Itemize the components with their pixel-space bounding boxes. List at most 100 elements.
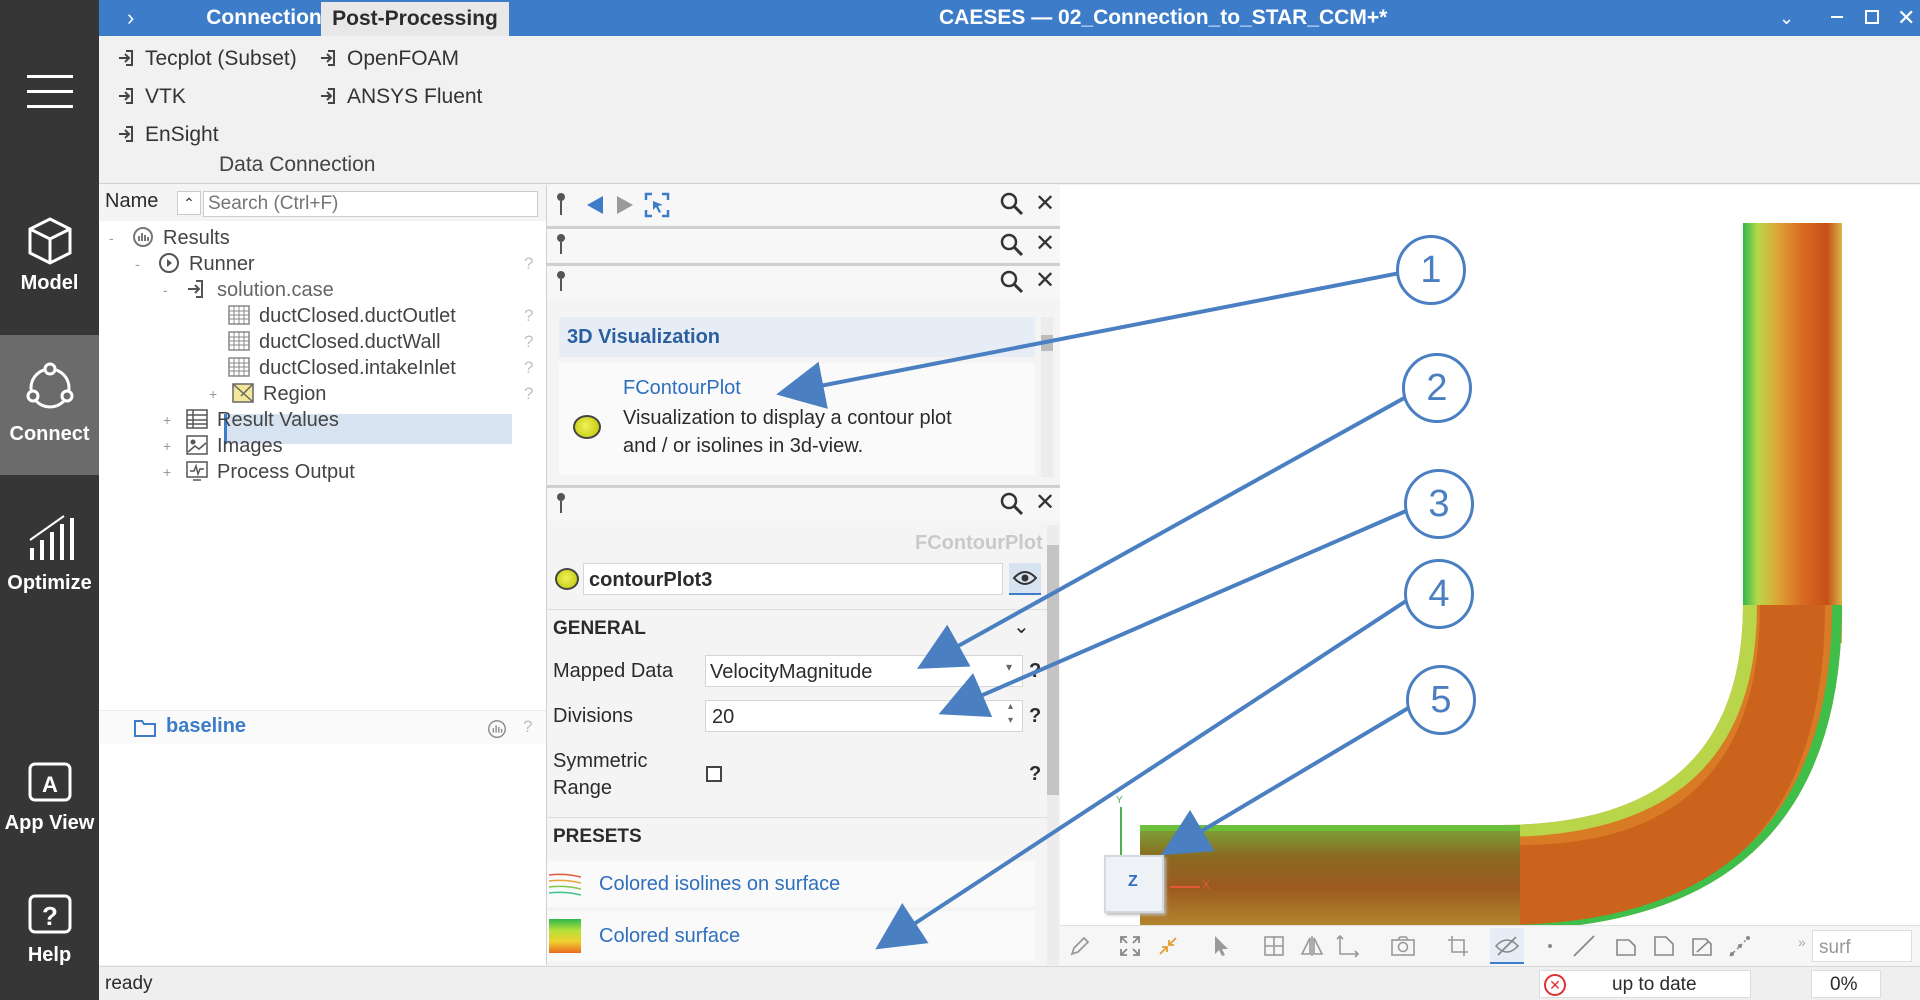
tree-label: Results [163, 227, 230, 249]
symmetric-range-label-line-1: Symmetric [553, 750, 648, 772]
nav-connect[interactable]: Connect [0, 335, 99, 475]
tree-header: Name ⌃ [99, 185, 546, 221]
collapse-icon[interactable]: - [163, 275, 168, 305]
point-icon[interactable] [1548, 944, 1552, 948]
select-focus-icon[interactable] [643, 191, 671, 219]
ribbon: Tecplot (Subset) OpenFOAM VTK ANSYS Flue… [99, 36, 1920, 184]
nav-help[interactable]: ? Help [0, 872, 99, 1000]
help-mark[interactable]: ? [524, 249, 533, 279]
status-bar: ready ✕ up to date 0% [99, 966, 1920, 1000]
folder-icon [134, 720, 156, 737]
forward-arrow-icon[interactable] [615, 194, 635, 216]
nav-optimize-label: Optimize [7, 572, 92, 594]
window-title: CAESES — 02_Connection_to_STAR_CCM+* [939, 6, 1388, 29]
tree-label: Images [217, 435, 283, 457]
ribbon-group-label: Data Connection [219, 153, 376, 176]
select-cursor-icon[interactable] [1210, 934, 1232, 958]
collapse-icon[interactable]: - [135, 249, 140, 279]
title-bar: › Connection Post-Processing CAESES — 02… [99, 0, 1920, 36]
cube-icon [28, 217, 72, 265]
crop-icon[interactable] [1446, 934, 1470, 958]
divisions-value: 20 [712, 706, 735, 728]
tree-label: ductClosed.ductOutlet [259, 305, 456, 327]
maximize-icon[interactable] [1865, 10, 1879, 24]
project-name: baseline [166, 715, 247, 737]
tree-row-process-output[interactable]: + Process Output [163, 457, 355, 487]
connect-icon [26, 362, 74, 409]
fit-selection-icon[interactable] [1156, 934, 1180, 958]
image-icon [186, 435, 208, 455]
tree-label: solution.case [217, 279, 334, 301]
hide-toggle-button[interactable] [1490, 928, 1524, 964]
pin-icon[interactable] [557, 193, 565, 217]
callout-number: 5 [1430, 679, 1452, 721]
chart-bars-icon [29, 515, 74, 560]
nav-app-view[interactable]: A App View [0, 740, 99, 880]
presets-section-title: PRESETS [553, 826, 642, 847]
project-row[interactable]: baseline ? [99, 710, 546, 744]
callout-number: 2 [1426, 367, 1448, 409]
callout-5: 5 [1406, 665, 1476, 735]
preset-colored-surface-label: Colored surface [599, 925, 741, 947]
symmetric-range-checkbox[interactable] [706, 766, 722, 782]
import-icon [321, 88, 335, 104]
fcontourplot-link[interactable]: FContourPlot [623, 377, 741, 400]
grid-mesh-icon [228, 305, 250, 325]
chevron-down-icon[interactable]: ⌄ [1779, 0, 1794, 36]
symmetric-range-label-line-2: Range [553, 777, 612, 799]
tree-search-input[interactable] [203, 191, 538, 217]
import-fluent-button[interactable]: ANSYS Fluent [319, 82, 482, 112]
callout-2: 2 [1402, 353, 1472, 423]
double-chevron-icon[interactable]: » [1798, 934, 1806, 950]
sort-chevron-up-icon[interactable]: ⌃ [177, 191, 201, 215]
curve-points-icon[interactable] [1728, 934, 1752, 958]
nav-optimize[interactable]: Optimize [0, 500, 99, 640]
tree-label: Process Output [217, 461, 355, 483]
collapse-icon[interactable]: - [109, 223, 114, 253]
filter-input[interactable]: surf [1812, 930, 1912, 962]
help-icon: ? [28, 894, 72, 934]
nav-model-label: Model [20, 272, 79, 294]
help-mark[interactable]: ? [523, 717, 532, 737]
import-ensight-button[interactable]: EnSight [117, 120, 219, 150]
3d-viewport[interactable]: Y Z X 1 2 3 4 5 » surf [776, 185, 1920, 965]
play-circle-icon [159, 253, 179, 273]
surface-edit-icon[interactable] [1690, 934, 1714, 958]
help-mark[interactable]: ? [524, 379, 533, 409]
import-tecplot-button[interactable]: Tecplot (Subset) [117, 44, 297, 74]
import-icon [119, 126, 133, 142]
mirror-icon[interactable] [1300, 934, 1324, 958]
pin-icon[interactable] [557, 493, 565, 513]
fit-all-icon[interactable] [1118, 934, 1142, 958]
pencil-icon[interactable] [1068, 934, 1092, 958]
mapped-data-label: Mapped Data [553, 660, 674, 682]
tree-label: ductClosed.intakeInlet [259, 357, 456, 379]
back-arrow-icon[interactable] [585, 194, 605, 216]
object-name-value: contourPlot3 [589, 569, 713, 591]
import-vtk-button[interactable]: VTK [117, 82, 186, 112]
table-icon [186, 409, 208, 429]
nav-model[interactable]: Model [0, 200, 99, 340]
pin-icon[interactable] [557, 271, 565, 291]
patch-icon[interactable] [1652, 934, 1676, 958]
line-icon[interactable] [1572, 934, 1596, 958]
tab-post-processing[interactable]: Post-Processing [321, 2, 509, 36]
import-openfoam-button[interactable]: OpenFOAM [319, 44, 459, 74]
import-ensight-label: EnSight [145, 123, 219, 146]
tree-label: Runner [189, 253, 255, 275]
expand-icon[interactable]: + [163, 457, 171, 487]
minimize-icon[interactable] [1831, 16, 1843, 18]
axes-icon[interactable] [1336, 934, 1360, 958]
update-status-field[interactable]: ✕ up to date [1539, 970, 1751, 998]
menu-icon[interactable] [27, 75, 73, 109]
import-vtk-label: VTK [145, 85, 186, 108]
general-section-title: GENERAL [553, 618, 646, 639]
chevron-right-icon[interactable]: › [127, 0, 134, 36]
wireframe-icon[interactable] [1262, 934, 1286, 958]
surface-icon[interactable] [1614, 934, 1638, 958]
object-tree: Name ⌃ - Results - Runner ? - solution.c… [99, 185, 546, 965]
camera-icon[interactable] [1390, 934, 1416, 958]
contour-plot-icon [555, 568, 579, 590]
close-icon[interactable]: ✕ [1897, 0, 1915, 36]
pin-icon[interactable] [557, 234, 565, 254]
